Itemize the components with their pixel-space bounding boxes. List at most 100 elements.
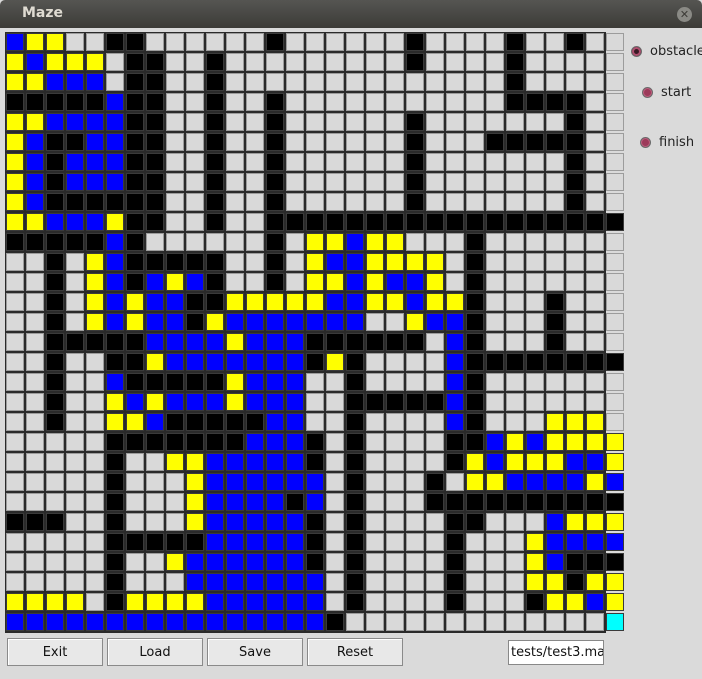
- maze-cell-path[interactable]: [26, 613, 44, 631]
- maze-cell-path[interactable]: [286, 313, 304, 331]
- maze-cell-empty[interactable]: [26, 573, 44, 591]
- maze-cell-empty[interactable]: [486, 73, 504, 91]
- maze-cell-empty[interactable]: [346, 113, 364, 131]
- maze-cell-path[interactable]: [86, 113, 104, 131]
- maze-cell-path[interactable]: [106, 613, 124, 631]
- maze-cell-obstacle[interactable]: [106, 453, 124, 471]
- maze-cell-path[interactable]: [66, 213, 84, 231]
- maze-cell-obstacle[interactable]: [266, 153, 284, 171]
- maze-cell-empty[interactable]: [606, 153, 624, 171]
- maze-cell-empty[interactable]: [126, 553, 144, 571]
- maze-cell-path[interactable]: [186, 613, 204, 631]
- maze-cell-empty[interactable]: [386, 133, 404, 151]
- maze-cell-empty[interactable]: [326, 53, 344, 71]
- maze-cell-empty[interactable]: [486, 333, 504, 351]
- maze-cell-path[interactable]: [106, 253, 124, 271]
- maze-cell-visited[interactable]: [226, 293, 244, 311]
- maze-cell-empty[interactable]: [406, 73, 424, 91]
- maze-cell-empty[interactable]: [66, 453, 84, 471]
- maze-cell-obstacle[interactable]: [346, 433, 364, 451]
- maze-cell-empty[interactable]: [486, 573, 504, 591]
- maze-cell-empty[interactable]: [306, 93, 324, 111]
- maze-cell-empty[interactable]: [166, 93, 184, 111]
- maze-cell-empty[interactable]: [406, 573, 424, 591]
- maze-cell-obstacle[interactable]: [206, 113, 224, 131]
- maze-cell-path[interactable]: [606, 533, 624, 551]
- maze-cell-visited[interactable]: [166, 273, 184, 291]
- maze-cell-empty[interactable]: [406, 613, 424, 631]
- maze-cell-obstacle[interactable]: [506, 213, 524, 231]
- maze-cell-visited[interactable]: [6, 593, 24, 611]
- maze-cell-obstacle[interactable]: [126, 113, 144, 131]
- maze-cell-obstacle[interactable]: [366, 393, 384, 411]
- maze-cell-empty[interactable]: [386, 153, 404, 171]
- maze-cell-obstacle[interactable]: [406, 173, 424, 191]
- maze-cell-empty[interactable]: [526, 53, 544, 71]
- maze-cell-path[interactable]: [26, 53, 44, 71]
- maze-cell-path[interactable]: [346, 293, 364, 311]
- maze-cell-obstacle[interactable]: [106, 433, 124, 451]
- maze-cell-empty[interactable]: [386, 433, 404, 451]
- maze-cell-empty[interactable]: [226, 233, 244, 251]
- maze-cell-empty[interactable]: [326, 393, 344, 411]
- maze-cell-empty[interactable]: [566, 333, 584, 351]
- maze-cell-empty[interactable]: [366, 93, 384, 111]
- maze-cell-obstacle[interactable]: [466, 433, 484, 451]
- maze-cell-empty[interactable]: [366, 413, 384, 431]
- maze-cell-obstacle[interactable]: [266, 33, 284, 51]
- maze-cell-obstacle[interactable]: [286, 213, 304, 231]
- maze-cell-empty[interactable]: [326, 153, 344, 171]
- maze-cell-obstacle[interactable]: [66, 93, 84, 111]
- maze-cell-empty[interactable]: [226, 173, 244, 191]
- maze-cell-path[interactable]: [326, 313, 344, 331]
- maze-cell-obstacle[interactable]: [6, 233, 24, 251]
- maze-cell-visited[interactable]: [566, 593, 584, 611]
- maze-cell-empty[interactable]: [506, 273, 524, 291]
- maze-cell-path[interactable]: [266, 573, 284, 591]
- maze-cell-visited[interactable]: [546, 413, 564, 431]
- maze-cell-empty[interactable]: [486, 393, 504, 411]
- maze-cell-empty[interactable]: [306, 133, 324, 151]
- maze-cell-empty[interactable]: [6, 353, 24, 371]
- maze-cell-visited[interactable]: [366, 233, 384, 251]
- maze-cell-obstacle[interactable]: [346, 333, 364, 351]
- maze-cell-empty[interactable]: [186, 33, 204, 51]
- maze-cell-path[interactable]: [66, 73, 84, 91]
- maze-cell-path[interactable]: [206, 593, 224, 611]
- maze-cell-empty[interactable]: [6, 453, 24, 471]
- maze-cell-visited[interactable]: [226, 393, 244, 411]
- maze-cell-path[interactable]: [286, 573, 304, 591]
- maze-cell-empty[interactable]: [586, 333, 604, 351]
- maze-cell-empty[interactable]: [306, 73, 324, 91]
- maze-cell-path[interactable]: [226, 553, 244, 571]
- maze-cell-empty[interactable]: [446, 273, 464, 291]
- maze-cell-empty[interactable]: [606, 93, 624, 111]
- maze-cell-empty[interactable]: [426, 193, 444, 211]
- maze-cell-path[interactable]: [146, 293, 164, 311]
- maze-cell-empty[interactable]: [366, 33, 384, 51]
- maze-cell-empty[interactable]: [246, 233, 264, 251]
- maze-cell-path[interactable]: [166, 393, 184, 411]
- maze-cell-path[interactable]: [566, 473, 584, 491]
- maze-cell-path[interactable]: [286, 553, 304, 571]
- maze-cell-obstacle[interactable]: [546, 353, 564, 371]
- maze-cell-path[interactable]: [346, 233, 364, 251]
- maze-cell-visited[interactable]: [126, 413, 144, 431]
- maze-cell-visited[interactable]: [586, 473, 604, 491]
- maze-grid[interactable]: [5, 32, 624, 633]
- maze-cell-obstacle[interactable]: [546, 313, 564, 331]
- maze-cell-empty[interactable]: [6, 373, 24, 391]
- maze-cell-empty[interactable]: [446, 73, 464, 91]
- maze-cell-obstacle[interactable]: [6, 513, 24, 531]
- maze-cell-visited[interactable]: [206, 313, 224, 331]
- maze-cell-empty[interactable]: [526, 173, 544, 191]
- maze-cell-empty[interactable]: [486, 53, 504, 71]
- maze-cell-obstacle[interactable]: [166, 413, 184, 431]
- maze-cell-path[interactable]: [6, 33, 24, 51]
- maze-cell-empty[interactable]: [346, 53, 364, 71]
- maze-cell-obstacle[interactable]: [66, 333, 84, 351]
- maze-cell-obstacle[interactable]: [106, 333, 124, 351]
- maze-cell-empty[interactable]: [586, 73, 604, 91]
- maze-cell-empty[interactable]: [66, 353, 84, 371]
- maze-cell-empty[interactable]: [366, 613, 384, 631]
